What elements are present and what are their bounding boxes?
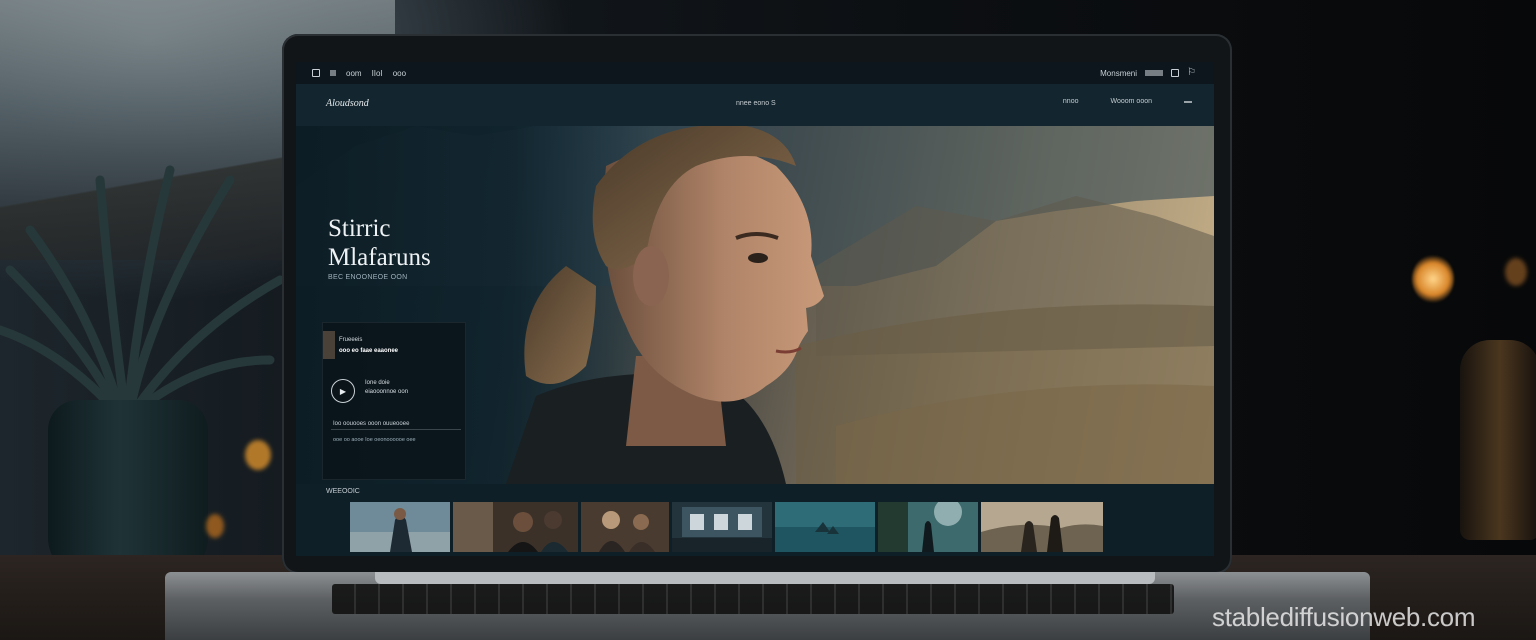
nav-links: nnoo Wooom ooon bbox=[1063, 98, 1192, 105]
gallery-thumbnail[interactable] bbox=[981, 502, 1103, 552]
gallery-thumbnail[interactable] bbox=[878, 502, 978, 552]
nav-link[interactable]: Wooom ooon bbox=[1110, 98, 1152, 105]
gallery-thumbnails bbox=[350, 502, 1103, 552]
gallery-thumbnail[interactable] bbox=[775, 502, 875, 552]
os-menu-bar: oom IIoI ooo Monsmeni ⚐ bbox=[296, 62, 1214, 84]
lamp-bulb bbox=[1412, 255, 1454, 303]
hero-banner: Stirric Mlafaruns BEC ENOONEOE OON Fruee… bbox=[296, 126, 1214, 484]
hero-title-line: Mlafaruns bbox=[328, 244, 431, 271]
plant-pot bbox=[48, 400, 208, 578]
nav-link[interactable]: nnoo bbox=[1063, 98, 1079, 105]
menu-indicator bbox=[330, 70, 336, 76]
flag-icon[interactable]: ⚐ bbox=[1187, 68, 1196, 78]
laptop-screen: oom IIoI ooo Monsmeni ⚐ Aloudsond nnee e… bbox=[296, 62, 1214, 556]
card-item-subtitle: eiaooonnoe oon bbox=[365, 389, 409, 395]
watermark-text: stablediffusionweb.com bbox=[1212, 602, 1476, 632]
video-gallery: WEEOOIC bbox=[296, 484, 1214, 556]
media-info-card: Frueeeis ooo eo faae eaaonee ▶ Ione doie… bbox=[322, 322, 466, 480]
site-logo[interactable]: Aloudsond bbox=[326, 98, 369, 109]
card-item-title: Ione doie bbox=[365, 380, 390, 386]
woman-profile-photo bbox=[506, 126, 824, 484]
card-thumbnail bbox=[323, 331, 335, 359]
os-menu-item[interactable]: oom bbox=[346, 69, 362, 78]
card-heading: ooo eo faae eaaonee bbox=[339, 348, 399, 354]
menu-icon[interactable] bbox=[1184, 100, 1192, 103]
play-button[interactable]: ▶ bbox=[331, 379, 355, 403]
app-square-icon[interactable] bbox=[312, 69, 320, 77]
nav-center-link[interactable]: nnee eono S bbox=[736, 100, 776, 107]
bokeh-light bbox=[1505, 258, 1527, 286]
status-bar-indicator bbox=[1145, 70, 1164, 76]
os-menu-item[interactable]: ooo bbox=[393, 69, 406, 78]
gallery-thumbnail[interactable] bbox=[672, 502, 772, 552]
gallery-label: WEEOOIC bbox=[326, 488, 360, 495]
laptop-keyboard bbox=[332, 584, 1174, 614]
gallery-thumbnail[interactable] bbox=[581, 502, 669, 552]
os-status-label: Monsmeni bbox=[1100, 68, 1138, 78]
hero-subtitle: BEC ENOONEOE OON bbox=[328, 274, 408, 281]
window-icon[interactable] bbox=[1171, 69, 1180, 77]
hero-title: Stirric Mlafaruns bbox=[328, 214, 431, 272]
play-icon: ▶ bbox=[339, 386, 347, 396]
bokeh-light bbox=[206, 514, 224, 538]
card-label: Frueeeis bbox=[339, 337, 363, 343]
hero-title-line: Stirric bbox=[328, 215, 391, 242]
card-meta: ooe oo aooe Ioe oeonoooooe oee bbox=[333, 437, 416, 443]
site-header: Aloudsond nnee eono S nnoo Wooom ooon bbox=[296, 84, 1214, 126]
glass-bottle bbox=[1460, 340, 1536, 540]
card-divider bbox=[331, 429, 461, 430]
card-description: Ioo oouooes ooon ouueooee bbox=[333, 421, 410, 427]
gallery-thumbnail[interactable] bbox=[453, 502, 578, 552]
laptop-hinge bbox=[375, 572, 1155, 584]
gallery-thumbnail[interactable] bbox=[350, 502, 450, 552]
os-menu-item[interactable]: IIoI bbox=[372, 69, 383, 78]
bokeh-light bbox=[245, 440, 271, 470]
